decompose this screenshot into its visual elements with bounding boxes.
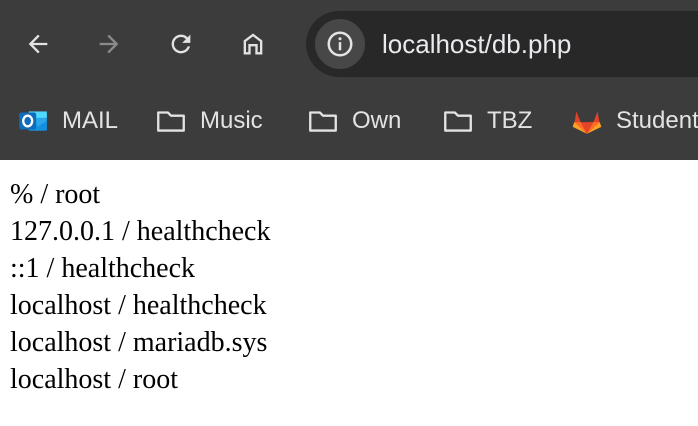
folder-icon: [154, 104, 188, 138]
page-body: % / root 127.0.0.1 / healthcheck ::1 / h…: [10, 176, 690, 398]
gitlab-icon: [570, 104, 604, 138]
folder-icon: [441, 104, 475, 138]
bookmark-mail[interactable]: MAIL: [16, 102, 118, 140]
browser-toolbar: localhost/db.php: [0, 0, 698, 88]
bookmark-label: Student: [616, 107, 698, 134]
bookmark-label: Own: [352, 107, 402, 134]
arrow-left-icon: [28, 34, 48, 54]
bookmarks-bar: MAIL Music Own TBZ Student: [0, 88, 698, 160]
forward-button[interactable]: [91, 26, 127, 62]
folder-icon: [306, 104, 340, 138]
user-host-line: 127.0.0.1 / healthcheck: [10, 216, 271, 247]
bookmark-folder-music[interactable]: Music: [154, 102, 263, 140]
user-host-line: ::1 / healthcheck: [10, 253, 196, 284]
bookmark-student[interactable]: Student: [570, 102, 698, 140]
url-text[interactable]: localhost/db.php: [382, 29, 571, 60]
bookmark-label: Music: [200, 107, 263, 134]
user-host-line: localhost / root: [10, 364, 178, 395]
site-info-button[interactable]: [315, 19, 365, 69]
user-host-line: localhost / healthcheck: [10, 290, 267, 321]
outlook-icon: [16, 104, 50, 138]
home-button[interactable]: [235, 26, 271, 62]
user-host-line: % / root: [10, 179, 101, 210]
back-button[interactable]: [20, 26, 56, 62]
bookmark-label: MAIL: [62, 107, 119, 134]
address-bar[interactable]: localhost/db.php: [306, 11, 698, 77]
user-host-line: localhost / mariadb.sys: [10, 327, 268, 358]
reload-button[interactable]: [163, 26, 199, 62]
reload-icon: [171, 34, 191, 54]
home-icon: [243, 33, 263, 55]
bookmark-label: TBZ: [487, 107, 533, 134]
bookmark-folder-own[interactable]: Own: [306, 102, 401, 140]
arrow-right-icon: [99, 34, 119, 54]
bookmark-folder-tbz[interactable]: TBZ: [441, 102, 532, 140]
info-icon: [327, 31, 353, 57]
